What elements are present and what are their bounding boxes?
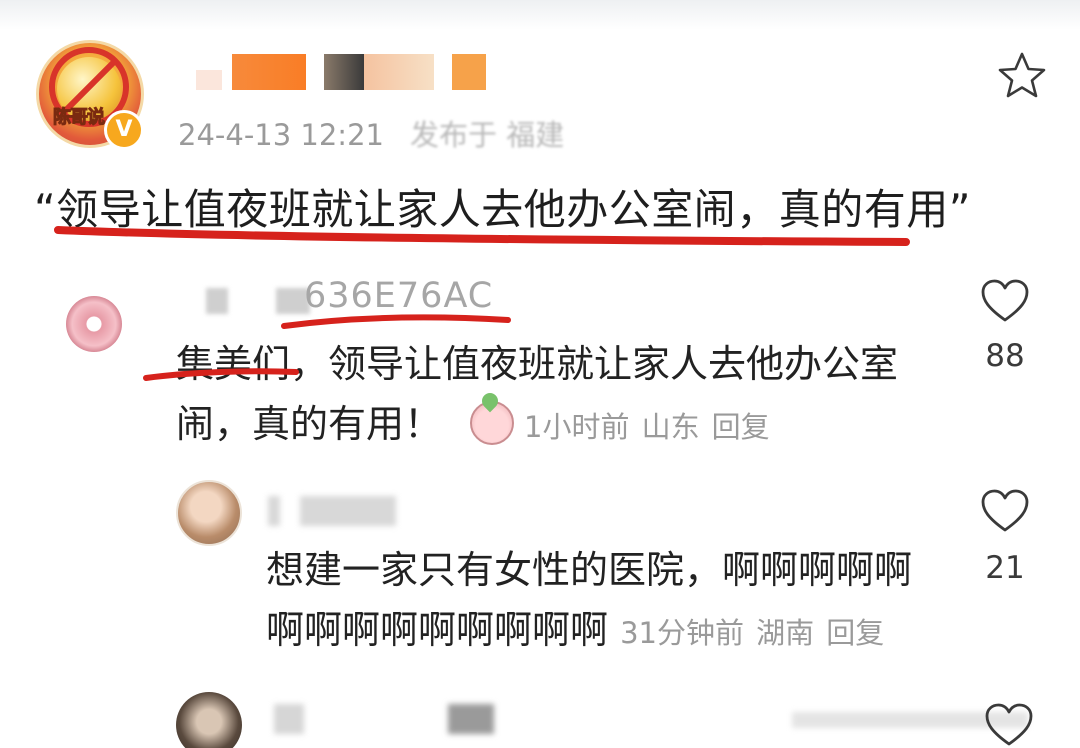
author-name-redacted bbox=[324, 54, 364, 90]
comment-content: 集美们，领导让值夜班就让家人去他办公室闹，真的有用！ 1小时前 山东 回复 bbox=[176, 334, 946, 457]
reply-content: 想建一家只有女性的医院，啊啊啊啊啊啊啊啊啊啊啊啊啊啊 31分钟前 湖南 回复 bbox=[266, 540, 946, 663]
author-name-redacted bbox=[196, 70, 222, 90]
author-name-redacted bbox=[232, 54, 306, 90]
heart-outline-icon[interactable] bbox=[980, 488, 1030, 534]
next-commenter-name-redacted bbox=[448, 704, 494, 734]
next-commenter-name-redacted bbox=[274, 704, 304, 734]
reply-avatar[interactable] bbox=[176, 480, 242, 546]
reply-text: 想建一家只有女性的医院，啊啊啊啊啊啊啊啊啊啊啊啊啊啊 bbox=[266, 548, 913, 652]
like-count: 21 bbox=[985, 550, 1025, 586]
comment-location: 山东 bbox=[641, 410, 700, 444]
emoji-sticker-icon bbox=[470, 401, 515, 445]
reply-name-redacted bbox=[300, 496, 396, 526]
reply-button[interactable]: 回复 bbox=[826, 616, 884, 650]
author-name-redacted bbox=[452, 54, 486, 90]
post-detail-screen: 陈哥说 V 24-4-13 12:21 发布于 福建 “领导让值夜班就让家人去他办… bbox=[0, 0, 1080, 748]
verified-badge-icon: V bbox=[104, 110, 144, 150]
commenter-name-redacted bbox=[206, 288, 228, 314]
post-timestamp: 24-4-13 12:21 bbox=[178, 118, 384, 152]
author-name-redacted bbox=[364, 54, 434, 90]
heart-outline-icon[interactable] bbox=[980, 278, 1030, 324]
post-text: “领导让值夜班就让家人去他办公室闹，真的有用” bbox=[34, 185, 972, 234]
username-underline bbox=[281, 314, 511, 329]
commenter-avatar[interactable] bbox=[66, 296, 122, 352]
heart-outline-icon[interactable] bbox=[984, 702, 1034, 748]
like-count: 88 bbox=[985, 338, 1025, 374]
reply-time: 31分钟前 bbox=[620, 616, 745, 650]
commenter-username[interactable]: 636E76AC bbox=[304, 276, 493, 316]
post-location: 发布于 福建 bbox=[409, 118, 565, 152]
avatar-logo-text: 陈哥说 bbox=[53, 107, 106, 129]
star-icon[interactable] bbox=[996, 50, 1048, 102]
comment-time: 1小时前 bbox=[524, 410, 630, 444]
post-meta: 24-4-13 12:21 发布于 福建 bbox=[178, 112, 564, 154]
reply-location: 湖南 bbox=[756, 616, 815, 650]
reply-name-redacted bbox=[268, 496, 280, 526]
top-shadow bbox=[0, 0, 1080, 30]
next-commenter-avatar[interactable] bbox=[176, 692, 242, 748]
reply-button[interactable]: 回复 bbox=[712, 410, 770, 444]
